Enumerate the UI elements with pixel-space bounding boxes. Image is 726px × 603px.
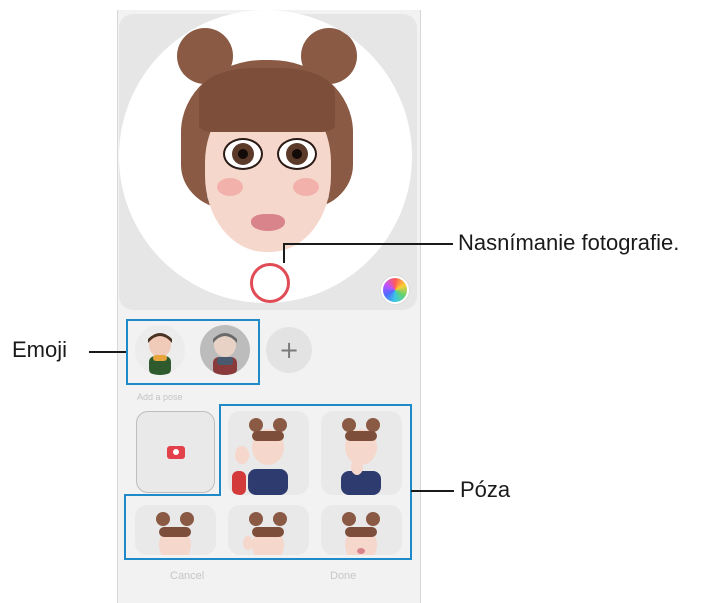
pose-highlight-box xyxy=(124,404,454,560)
pose-callout-text: Póza xyxy=(460,477,511,502)
